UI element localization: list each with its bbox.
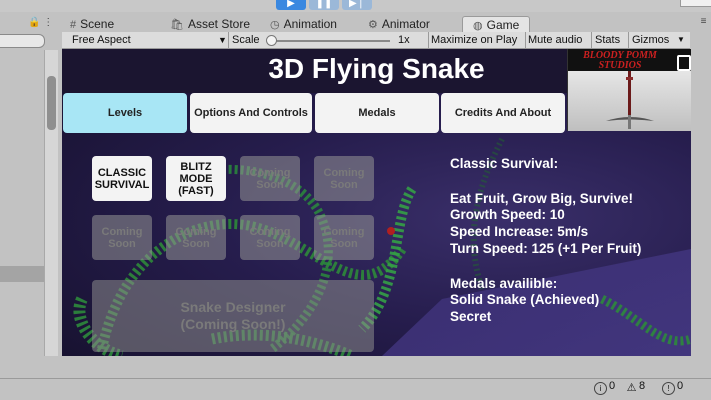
lock-menu-icons[interactable]: 🔒 ⋮ — [28, 17, 53, 28]
error-count: 0 — [677, 380, 684, 392]
level-coming-soon-button: Coming Soon — [166, 215, 226, 260]
tab-scene[interactable]: # Scene — [70, 16, 114, 32]
level-coming-soon-button: Coming Soon — [92, 215, 152, 260]
snake-designer-button: Snake Designer (Coming Soon!) — [92, 280, 374, 352]
scale-slider-track[interactable] — [270, 40, 390, 42]
sword-image — [568, 71, 691, 131]
console-messages-toggle[interactable]: i0 — [592, 378, 617, 395]
level-coming-soon-button: Coming Soon — [314, 156, 374, 201]
stats-toggle[interactable]: Stats — [595, 32, 620, 48]
turn-speed: Turn Speed: 125 (+1 Per Fruit) — [450, 241, 642, 256]
toolbar-divider — [525, 32, 526, 48]
tab-label: Animation — [283, 17, 337, 31]
toolbar-divider — [591, 32, 592, 48]
medals-title: Medals availible: — [450, 276, 558, 291]
level-blitz-mode-button[interactable]: BLITZ MODE (FAST) — [166, 156, 226, 201]
scrollbar-thumb[interactable] — [47, 76, 56, 130]
message-count: 0 — [609, 380, 616, 392]
tab-animator[interactable]: ⚙ Animator — [368, 16, 430, 32]
mode-title: Classic Survival: — [450, 156, 559, 171]
tab-options-and-controls[interactable]: Options And Controls — [190, 93, 312, 133]
scale-value: 1x — [398, 34, 410, 46]
studio-logo: BLOODY POMM STUDIOS — [567, 49, 691, 131]
speed-increase: Speed Increase: 5m/s — [450, 224, 589, 239]
layers-dropdown[interactable] — [680, 0, 711, 7]
tab-label: Animator — [381, 17, 430, 31]
tab-label: Game — [486, 18, 520, 32]
logo-text: BLOODY POMM STUDIOS — [583, 50, 657, 71]
level-coming-soon-button: Coming Soon — [240, 215, 300, 260]
pause-button[interactable]: ❚❚ — [309, 0, 339, 10]
toolbar-divider — [628, 32, 629, 48]
chevron-down-icon[interactable]: ▼ — [677, 32, 685, 48]
toolbar-divider — [228, 32, 229, 48]
game-toolbar: Free Aspect ▼ Scale 1x Maximize on Play … — [62, 32, 690, 49]
gizmos-dropdown[interactable]: Gizmos — [632, 32, 669, 48]
toolbar-divider — [428, 32, 429, 48]
hierarchy-panel: 🔒 ⋮ — [0, 12, 58, 356]
mute-audio-toggle[interactable]: Mute audio — [528, 32, 582, 48]
warning-icon: ⚠ — [626, 382, 637, 394]
warning-count: 8 — [639, 380, 646, 392]
play-button[interactable]: ▶ — [276, 0, 306, 10]
store-icon: 🛍 — [170, 19, 184, 31]
animation-icon: ◷ — [270, 19, 280, 31]
hierarchy-selected-row[interactable] — [0, 266, 44, 282]
play-icon: ▶ — [287, 0, 295, 9]
tab-medals[interactable]: Medals — [315, 93, 439, 133]
pause-icon: ❚❚ — [315, 0, 333, 9]
hierarchy-scrollbar[interactable] — [44, 50, 58, 356]
maximize-on-play-toggle[interactable]: Maximize on Play — [431, 32, 517, 48]
level-classic-survival-button[interactable]: CLASSIC SURVIVAL — [92, 156, 152, 201]
mode-tagline: Eat Fruit, Grow Big, Survive! — [450, 191, 634, 206]
game-view[interactable]: 3D Flying Snake BLOODY POMM STUDIOS Level… — [62, 49, 691, 356]
console-warnings-toggle[interactable]: ⚠ 8 — [624, 378, 647, 394]
step-button[interactable]: ▶❘ — [342, 0, 372, 10]
scale-slider-knob[interactable] — [266, 35, 277, 46]
window-icon[interactable] — [677, 55, 691, 71]
tab-label: Asset Store — [187, 17, 250, 31]
game-icon: ◍ — [473, 20, 483, 32]
grid-icon: # — [70, 19, 77, 31]
tab-levels[interactable]: Levels — [63, 93, 187, 133]
tab-animation[interactable]: ◷ Animation — [270, 16, 337, 32]
tab-asset-store[interactable]: 🛍 Asset Store — [170, 16, 250, 32]
growth-speed: Growth Speed: 10 — [450, 207, 565, 222]
console-errors-toggle[interactable]: ! 0 — [660, 378, 685, 395]
console-bar: i0 ⚠ 8 ! 0 — [0, 356, 711, 400]
info-icon: i — [594, 382, 607, 395]
error-icon: ! — [662, 382, 675, 395]
medal-item: Secret — [450, 309, 492, 324]
animator-icon: ⚙ — [368, 19, 378, 31]
level-coming-soon-button: Coming Soon — [314, 215, 374, 260]
view-tabs: # Scene 🛍 Asset Store ◷ Animation ⚙ Animator… — [58, 12, 711, 33]
step-icon: ▶❘ — [348, 0, 366, 9]
hierarchy-search-input[interactable] — [0, 34, 45, 48]
tab-menu-icon[interactable]: ≡ — [696, 12, 711, 32]
editor-top-strip: ▶ ❚❚ ▶❘ — [0, 0, 711, 12]
chevron-down-icon[interactable]: ▼ — [218, 32, 227, 48]
tab-credits-and-about[interactable]: Credits And About — [441, 93, 565, 133]
tab-game[interactable]: ◍ Game — [462, 16, 531, 33]
aspect-dropdown[interactable]: Free Aspect — [72, 32, 131, 48]
medal-item: Solid Snake (Achieved) — [450, 292, 600, 307]
level-coming-soon-button: Coming Soon — [240, 156, 300, 201]
scale-label: Scale — [232, 34, 260, 46]
tab-label: Scene — [80, 17, 115, 31]
